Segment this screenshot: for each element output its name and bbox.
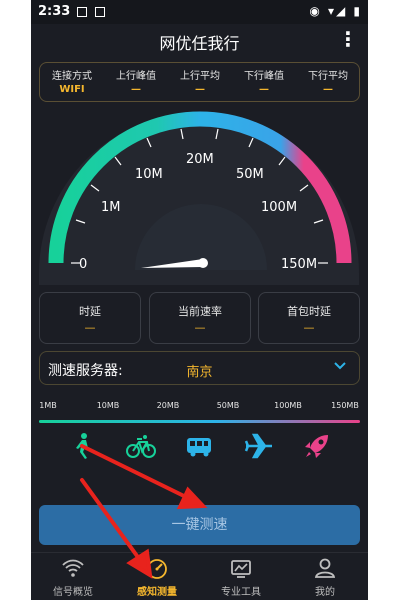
metric-value: — — [84, 321, 96, 334]
stat-label: 下行峰值 — [244, 71, 284, 82]
status-right-icons: ◉ ▾◢ ▮ — [309, 4, 362, 18]
tab-perception-measurement[interactable]: 感知测量 — [115, 553, 199, 600]
speed-gradient-bar — [39, 420, 360, 423]
speed-summary-panel: 连接方式 WIFI 上行峰值 — 上行平均 — 下行峰值 — 下行平均 — — [39, 62, 360, 102]
stat-value: WIFI — [59, 84, 85, 95]
status-time: 2:33 — [38, 4, 71, 19]
metric-label: 首包时延 — [287, 305, 331, 318]
stat-value: — — [323, 84, 333, 95]
notification-image-icon — [77, 7, 87, 17]
bottom-tab-bar: 信号概览 感知测量 专业工具 我的 — [31, 552, 368, 600]
walk-icon — [76, 433, 92, 459]
gauge-needle-hub — [198, 258, 208, 268]
metric-label: 当前速率 — [178, 305, 222, 318]
tab-label: 感知测量 — [137, 587, 177, 598]
speed-level-icons — [31, 430, 368, 462]
metric-value: — — [194, 321, 206, 334]
stat-connection-type: 连接方式 WIFI — [40, 67, 104, 95]
stat-download-peak: 下行峰值 — — [232, 67, 296, 95]
bicycle-icon — [126, 435, 156, 458]
tab-label: 我的 — [315, 587, 335, 598]
scale-label: 20MB — [156, 401, 180, 410]
tab-professional-tools[interactable]: 专业工具 — [199, 553, 283, 600]
scale-label: 100MB — [274, 401, 302, 410]
gauge-tick-100m: 100M — [261, 200, 297, 215]
gauge-tick-20m: 20M — [186, 152, 214, 167]
stat-label: 下行平均 — [308, 71, 348, 82]
stat-label: 上行平均 — [180, 71, 220, 82]
gauge-tick-1m: 1M — [101, 200, 121, 215]
tab-mine[interactable]: 我的 — [283, 553, 367, 600]
metric-current-rate: 当前速率 — — [149, 292, 251, 344]
stat-label: 上行峰值 — [116, 71, 156, 82]
metric-first-packet-latency: 首包时延 — — [258, 292, 360, 344]
wifi-icon — [62, 559, 84, 577]
tools-icon — [231, 560, 251, 578]
tab-label: 信号概览 — [53, 587, 93, 598]
start-speed-test-button[interactable]: 一键测速 — [39, 505, 360, 545]
gauge-tick-0: 0 — [79, 257, 87, 272]
stat-value: — — [131, 84, 141, 95]
tab-signal-overview[interactable]: 信号概览 — [31, 553, 115, 600]
app-bar: 网优任我行 ⋮ — [31, 24, 368, 58]
scale-label: 1MB — [39, 401, 57, 410]
server-selector[interactable]: 测速服务器: 南京 — [39, 351, 360, 385]
metric-latency: 时延 — — [39, 292, 141, 344]
stat-download-avg: 下行平均 — — [296, 67, 360, 95]
notification-photo-icon — [95, 7, 105, 17]
rocket-icon — [305, 435, 328, 458]
gauge-tick-50m: 50M — [236, 167, 264, 182]
stat-upload-avg: 上行平均 — — [168, 67, 232, 95]
gauge-tick-10m: 10M — [135, 167, 163, 182]
user-icon — [314, 558, 336, 578]
speed-gauge: 0 1M 10M 20M 50M 100M 150M — [39, 111, 359, 285]
stat-value: — — [259, 84, 269, 95]
bus-icon — [187, 438, 211, 457]
status-bar: 2:33 ◉ ▾◢ ▮ — [31, 0, 368, 24]
metric-value: — — [303, 321, 315, 334]
speedometer-icon — [147, 559, 167, 579]
airplane-icon — [244, 433, 272, 459]
tab-label: 专业工具 — [221, 587, 261, 598]
scale-label: 150MB — [331, 401, 359, 410]
scale-label: 50MB — [216, 401, 240, 410]
server-city: 南京 — [186, 365, 213, 380]
gauge-tick-150m: 150M — [281, 257, 317, 272]
page-title: 网优任我行 — [159, 34, 240, 53]
stat-label: 连接方式 — [52, 71, 92, 82]
app-screen: 2:33 ◉ ▾◢ ▮ 网优任我行 ⋮ 连接方式 WIFI 上行峰值 — 上行平… — [31, 0, 368, 600]
metric-label: 时延 — [79, 305, 101, 318]
stat-value: — — [195, 84, 205, 95]
stat-upload-peak: 上行峰值 — — [104, 67, 168, 95]
scale-label: 10MB — [96, 401, 120, 410]
more-vertical-icon[interactable]: ⋮ — [338, 27, 358, 51]
chevron-down-icon — [334, 362, 346, 370]
